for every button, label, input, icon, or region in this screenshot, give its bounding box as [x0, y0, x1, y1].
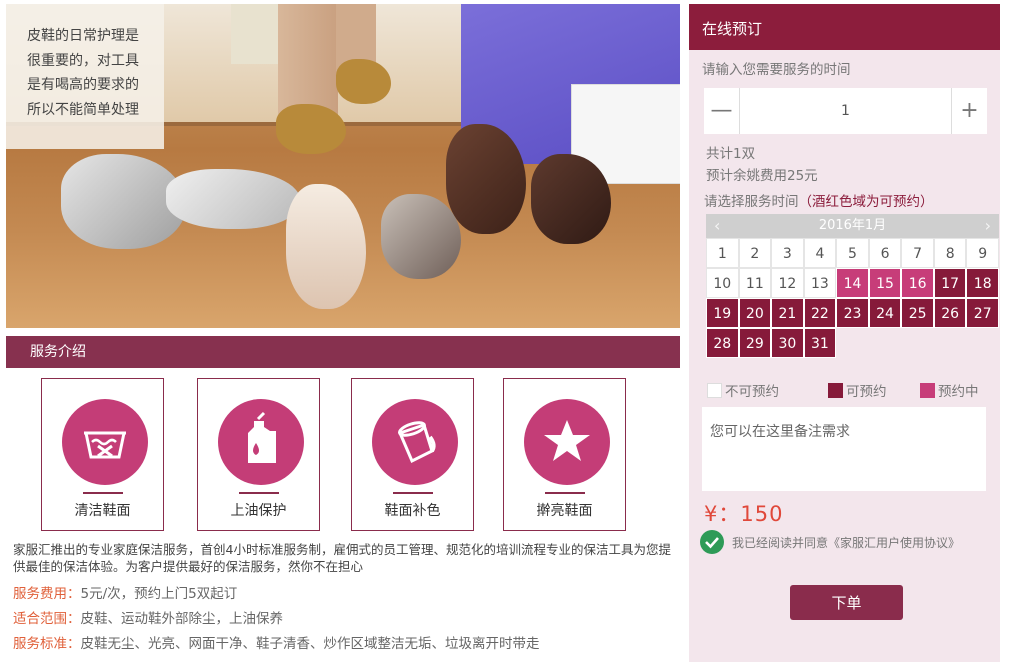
service-intro-header: 服务介绍 — [6, 336, 680, 368]
standard-label: 服务标准： — [13, 636, 81, 652]
hero-caption-line: 是有喝高的要求的 — [27, 77, 139, 93]
increment-button[interactable]: + — [951, 88, 987, 134]
calendar-day[interactable]: 30 — [771, 328, 804, 358]
calendar-day[interactable]: 27 — [966, 298, 999, 328]
quantity-stepper[interactable]: — 1 + — [704, 88, 987, 134]
calendar-day[interactable]: 26 — [933, 298, 967, 328]
oil-bottle-icon — [218, 399, 304, 485]
service-label: 擀亮鞋面 — [536, 503, 593, 519]
page: 皮鞋的日常护理是 很重要的，对工具 是有喝高的要求的 所以不能简单处理 服务介绍… — [0, 0, 1011, 665]
fee-label: 服务费用： — [13, 586, 81, 602]
wash-basin-icon — [62, 399, 148, 485]
quantity-value[interactable]: 1 — [740, 88, 951, 134]
time-prompt: 请输入您需要服务的时间 — [702, 62, 851, 78]
scope-value: 皮鞋、运动鞋外部除尘，上油保养 — [80, 611, 284, 627]
scope-label: 适合范围： — [13, 611, 81, 627]
legend-swatch — [828, 383, 843, 398]
calendar-day: 9 — [966, 238, 999, 268]
calendar-day: 14 — [836, 268, 869, 298]
calendar-day: 1 — [706, 238, 739, 268]
legend-label: 预约中 — [938, 384, 979, 400]
star-icon — [524, 399, 610, 485]
service-card-clean[interactable]: 清洁鞋面 — [41, 378, 164, 531]
legend-swatch — [707, 383, 722, 398]
calendar-day[interactable]: 24 — [868, 298, 902, 328]
calendar-day[interactable]: 29 — [738, 328, 772, 358]
standard-value: 皮鞋无尘、光亮、网面干净、鞋子清香、炒作区域整洁无垢、垃圾离开时带走 — [80, 636, 540, 652]
calendar-day: 13 — [803, 268, 837, 298]
card-divider — [83, 492, 123, 494]
calendar-day: 4 — [803, 238, 837, 268]
calendar-day: 6 — [868, 238, 902, 268]
calendar-day[interactable]: 19 — [706, 298, 739, 328]
calendar-day[interactable]: 18 — [966, 268, 999, 298]
agreement[interactable]: 我已经阅读并同意《家服汇用户使用协议》 — [700, 530, 960, 554]
service-label: 上油保护 — [230, 503, 287, 519]
card-divider — [393, 492, 433, 494]
service-fee: 服务费用：5元/次，预约上门5双起订 — [13, 582, 237, 602]
total-count: 共计1双 — [706, 146, 756, 162]
hero-caption-line: 很重要的，对工具 — [27, 52, 139, 69]
agreement-text[interactable]: 我已经阅读并同意《家服汇用户使用协议》 — [732, 536, 960, 550]
calendar: ‹ 2016年1月 › 1 2 3 4 5 6 7 8 9 10 11 12 13 14 15 16 17 18 1… — [706, 214, 999, 358]
service-card-oil[interactable]: 上油保护 — [197, 378, 320, 531]
legend-available: 可预约 — [828, 380, 887, 400]
calendar-header: ‹ 2016年1月 › — [706, 214, 999, 238]
calendar-grid: 1 2 3 4 5 6 7 8 9 10 11 12 13 14 15 16 17 18 19 20 21 22 23 24 2… — [706, 238, 999, 358]
hero-caption-line: 皮鞋的日常护理是 — [27, 28, 139, 44]
calendar-day: 16 — [901, 268, 934, 298]
calendar-day: 11 — [738, 268, 772, 298]
calendar-day[interactable]: 22 — [803, 298, 837, 328]
service-standard: 服务标准：皮鞋无尘、光亮、网面干净、鞋子清香、炒作区域整洁无垢、垃圾离开时带走 — [13, 632, 540, 652]
legend-label: 可预约 — [846, 384, 887, 400]
choose-time-hint: （酒红色域为可预约） — [798, 194, 934, 210]
legend-swatch — [920, 383, 935, 398]
choose-time-prompt: 请选择服务时间（酒红色域为可预约） — [704, 190, 934, 210]
calendar-day[interactable]: 20 — [738, 298, 772, 328]
booking-title: 在线预订 — [689, 4, 1000, 50]
service-card-color[interactable]: 鞋面补色 — [351, 378, 474, 531]
notes-textarea[interactable] — [702, 407, 986, 491]
check-circle-icon[interactable] — [700, 530, 724, 554]
decrement-button[interactable]: — — [704, 88, 740, 134]
hero-caption: 皮鞋的日常护理是 很重要的，对工具 是有喝高的要求的 所以不能简单处理 — [6, 4, 164, 149]
calendar-day: 15 — [868, 268, 902, 298]
legend-booking: 预约中 — [920, 380, 979, 400]
calendar-day[interactable]: 28 — [706, 328, 739, 358]
calendar-day: 2 — [738, 238, 772, 268]
service-card-polish[interactable]: 擀亮鞋面 — [503, 378, 626, 531]
booking-panel: 在线预订 请输入您需要服务的时间 — 1 + 共计1双 预计余姚费用25元 请选… — [689, 4, 1000, 662]
hero-caption-line: 所以不能简单处理 — [27, 101, 139, 118]
calendar-day: 3 — [771, 238, 804, 268]
choose-time-label: 请选择服务时间 — [704, 194, 799, 210]
calendar-day[interactable]: 31 — [803, 328, 837, 358]
service-scope: 适合范围：皮鞋、运动鞋外部除尘，上油保养 — [13, 607, 283, 627]
calendar-day: 7 — [901, 238, 934, 268]
calendar-day: 10 — [706, 268, 739, 298]
calendar-month-label: 2016年1月 — [818, 218, 887, 233]
next-month-button[interactable]: › — [985, 214, 991, 238]
calendar-day[interactable]: 21 — [771, 298, 804, 328]
legend-label: 不可预约 — [725, 384, 779, 400]
calendar-day[interactable]: 17 — [933, 268, 967, 298]
calendar-day: 8 — [933, 238, 967, 268]
legend-unavailable: 不可预约 — [707, 380, 779, 400]
service-label: 鞋面补色 — [384, 503, 441, 519]
fee-value: 5元/次，预约上门5双起订 — [80, 586, 238, 602]
calendar-day: 5 — [836, 238, 869, 268]
calendar-day[interactable]: 23 — [836, 298, 869, 328]
place-order-button[interactable]: 下单 — [790, 585, 903, 620]
prev-month-button[interactable]: ‹ — [714, 214, 720, 238]
card-divider — [239, 492, 279, 494]
estimated-fee: 预计余姚费用25元 — [706, 168, 818, 184]
calendar-day: 12 — [771, 268, 804, 298]
service-description: 家服汇推出的专业家庭保洁服务，首创4小时标准服务制，雇佣式的员工管理、规范化的培… — [13, 542, 671, 574]
calendar-day[interactable]: 25 — [901, 298, 934, 328]
card-divider — [545, 492, 585, 494]
price-total: ¥：150 — [704, 502, 784, 526]
service-label: 清洁鞋面 — [74, 503, 131, 519]
paint-bucket-icon — [372, 399, 458, 485]
